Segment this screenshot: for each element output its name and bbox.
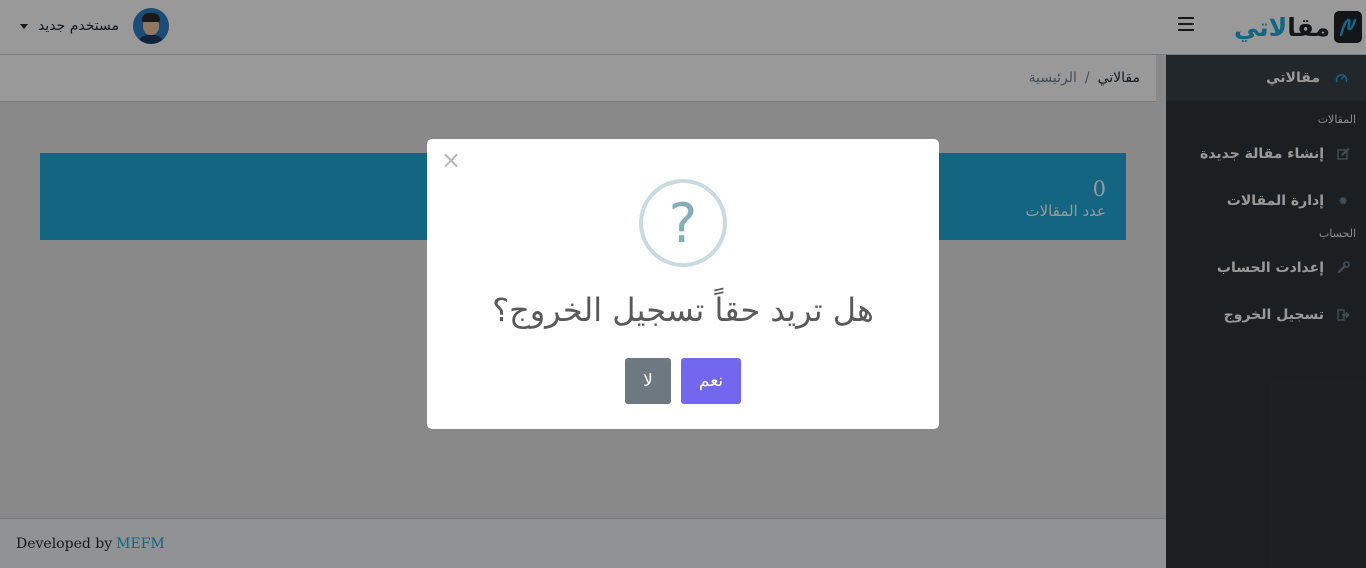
question-icon: ? bbox=[639, 179, 727, 267]
logout-confirm-dialog: × ? هل تريد حقاً تسجيل الخروج؟ لا نعم bbox=[427, 139, 939, 429]
yes-button[interactable]: نعم bbox=[681, 358, 741, 404]
no-button[interactable]: لا bbox=[625, 358, 671, 404]
dialog-title: هل تريد حقاً تسجيل الخروج؟ bbox=[492, 291, 874, 329]
close-icon[interactable]: × bbox=[441, 148, 461, 172]
